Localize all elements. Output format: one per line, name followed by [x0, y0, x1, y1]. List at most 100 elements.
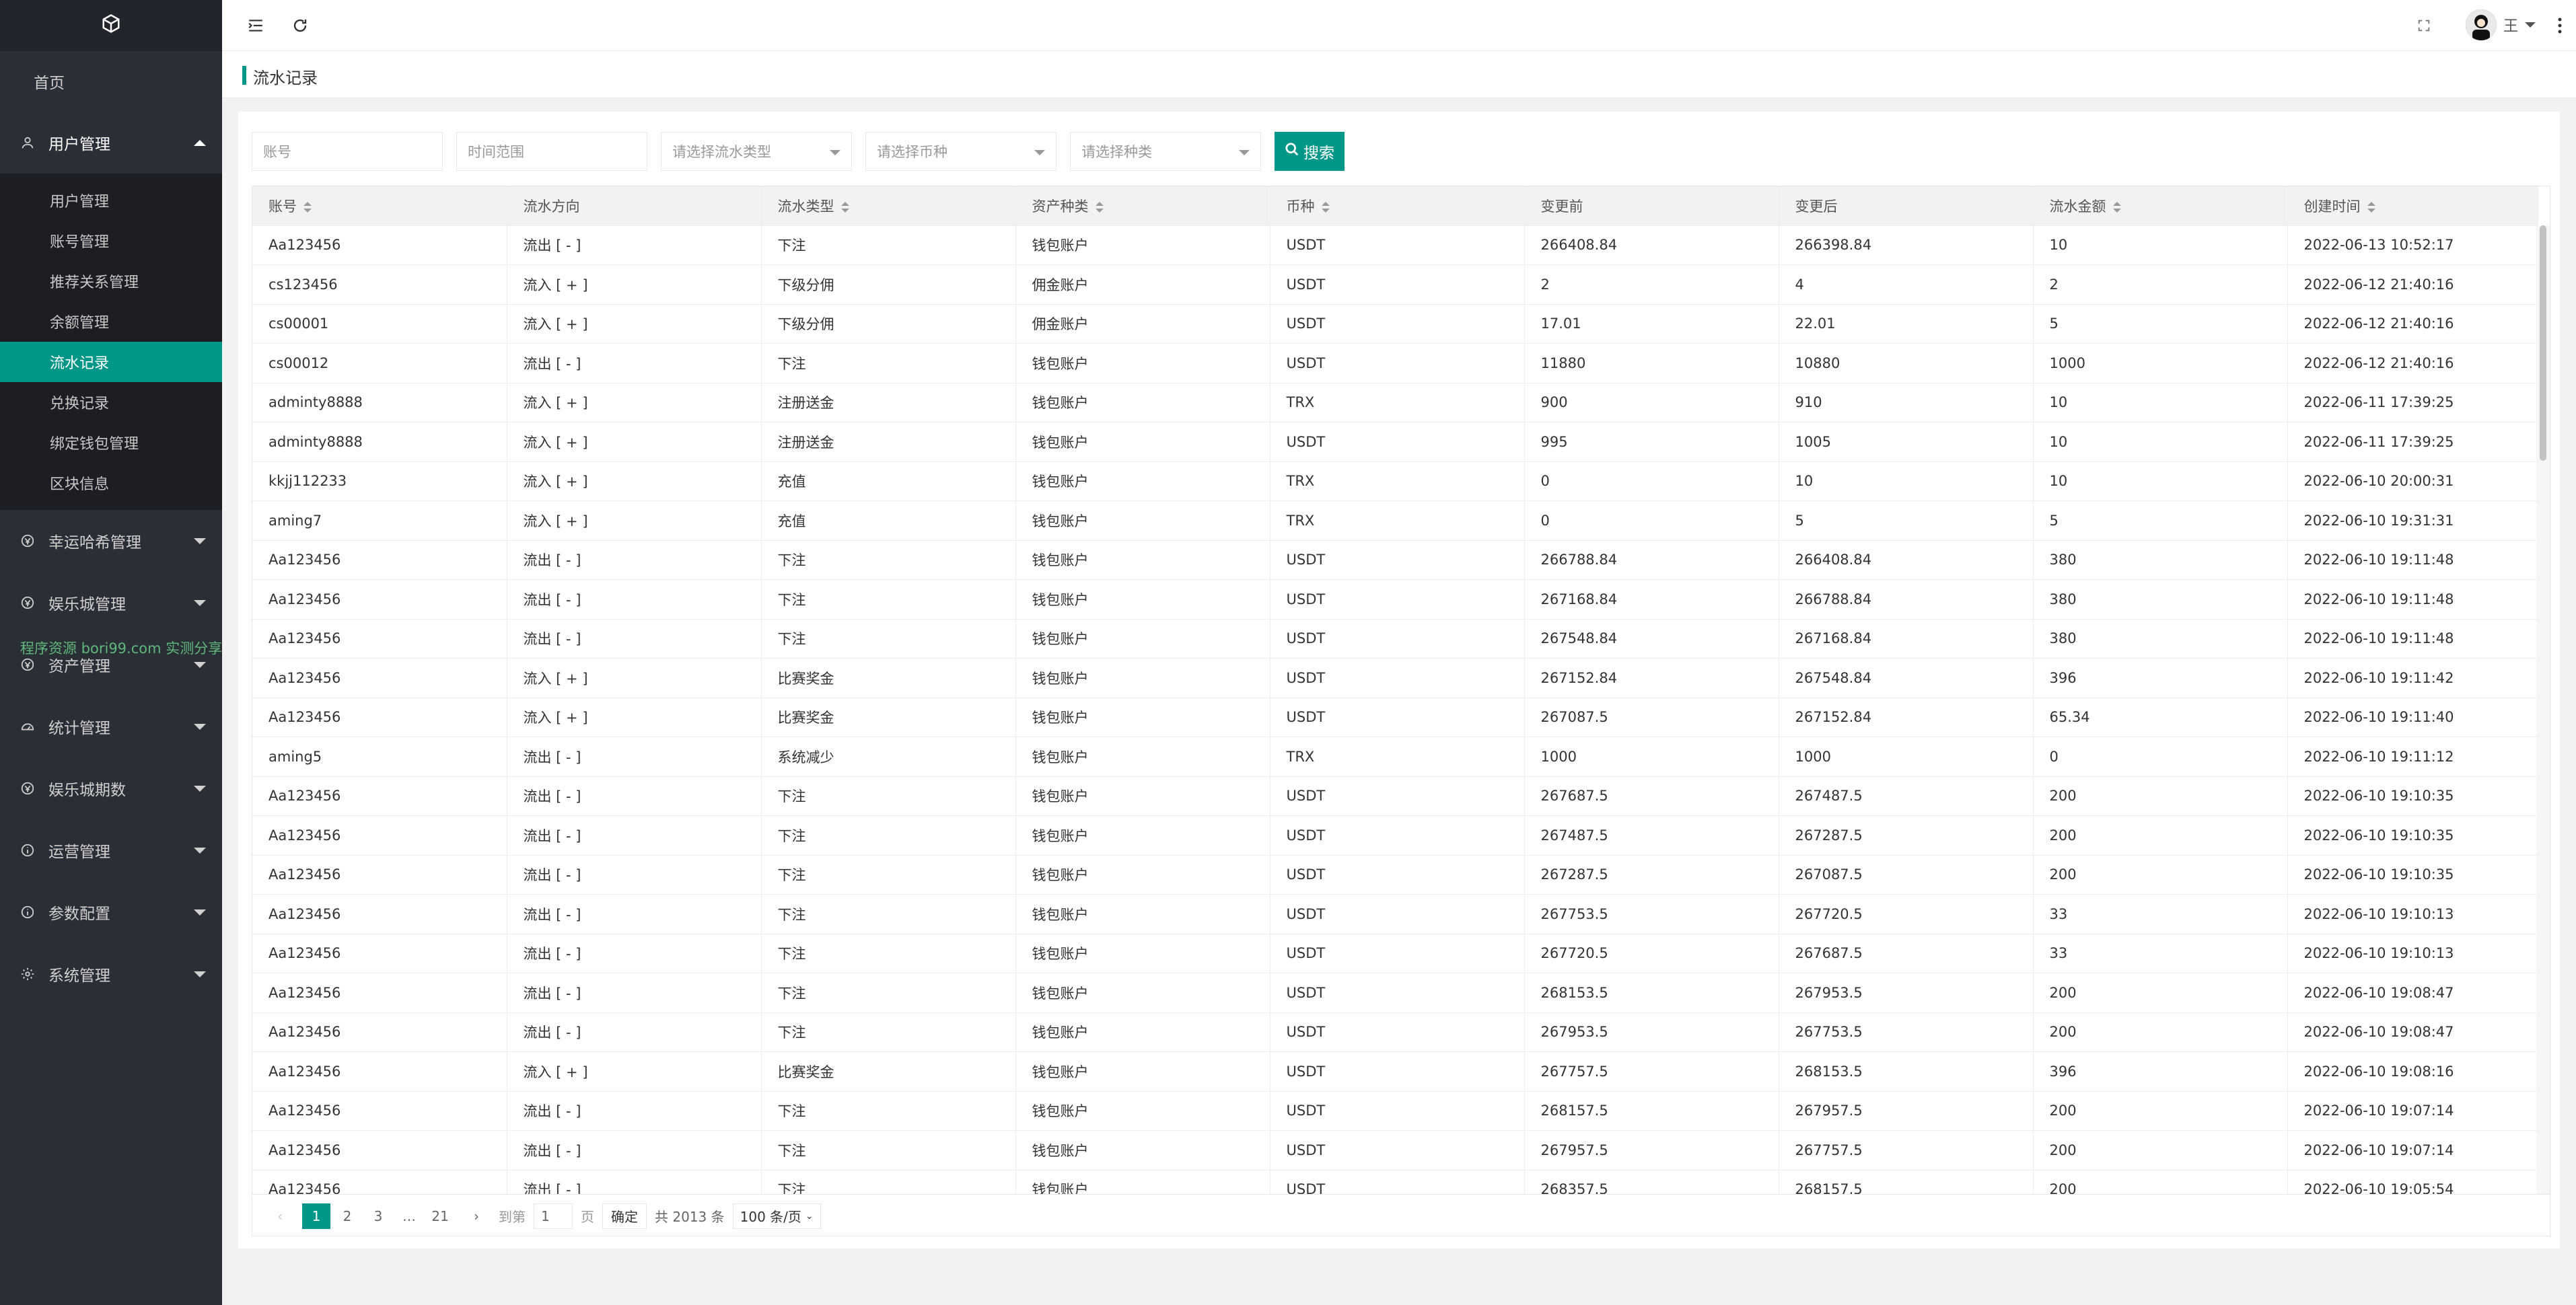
- table-cell: 267487.5: [1524, 815, 1779, 856]
- flow-type-select[interactable]: 请选择流水类型: [661, 132, 852, 171]
- table-cell: 充值: [761, 500, 1016, 541]
- table-cell: USDT: [1270, 422, 1525, 462]
- table-cell: 11880: [1524, 343, 1779, 383]
- sidebar-group-header[interactable]: 统计管理: [0, 696, 222, 757]
- fullscreen-icon[interactable]: [2413, 15, 2435, 36]
- table-row[interactable]: adminty8888 流入 [ + ] 注册送金 钱包账户 USDT 995 1005 10…: [252, 422, 2538, 462]
- page-number[interactable]: 3: [364, 1203, 392, 1229]
- sidebar-item[interactable]: 流水记录: [0, 342, 222, 382]
- coin-icon: [19, 594, 36, 611]
- table-row[interactable]: Aa123456 流出 [ - ] 下注 钱包账户 USDT 267753.5 267720…: [252, 894, 2538, 934]
- account-input[interactable]: 账号: [252, 132, 443, 171]
- column-header[interactable]: 流水金额: [2033, 186, 2288, 226]
- sidebar-group-header[interactable]: 幸运哈希管理: [0, 510, 222, 572]
- table-row[interactable]: kkjj112233 流入 [ + ] 充值 钱包账户 TRX 0 10 10 2022-06-…: [252, 461, 2538, 501]
- table-cell: Aa123456: [252, 1130, 507, 1170]
- table-row[interactable]: cs00001 流入 [ + ] 下级分佣 佣金账户 USDT 17.01 22.01 5 20…: [252, 304, 2538, 344]
- table-cell: Aa123456: [252, 894, 507, 934]
- sort-icon[interactable]: [303, 201, 312, 213]
- table-row[interactable]: Aa123456 流出 [ - ] 下注 钱包账户 USDT 267168.84 26678…: [252, 579, 2538, 620]
- goto-page-input[interactable]: 1: [534, 1203, 573, 1229]
- table-row[interactable]: Aa123456 流出 [ - ] 下注 钱包账户 USDT 267487.5 267287…: [252, 815, 2538, 856]
- sidebar-group-label: 用户管理: [48, 136, 110, 153]
- sidebar-item-home[interactable]: 首页: [0, 51, 222, 112]
- user-menu[interactable]: 王: [2465, 9, 2536, 40]
- sidebar-item[interactable]: 推荐关系管理: [0, 261, 222, 301]
- column-header[interactable]: 流水类型: [761, 186, 1016, 226]
- table-row[interactable]: Aa123456 流出 [ - ] 下注 钱包账户 USDT 268153.5 267953…: [252, 973, 2538, 1013]
- page-number[interactable]: 2: [333, 1203, 361, 1229]
- page-number[interactable]: 21: [426, 1203, 454, 1229]
- table-row[interactable]: Aa123456 流出 [ - ] 下注 钱包账户 USDT 266788.84 26640…: [252, 540, 2538, 580]
- sidebar-item[interactable]: 区块信息: [0, 463, 222, 503]
- column-header[interactable]: 创建时间: [2287, 186, 2538, 226]
- sidebar-group-header[interactable]: 运营管理: [0, 819, 222, 881]
- table-cell: 200: [2033, 776, 2288, 816]
- table-row[interactable]: adminty8888 流入 [ + ] 注册送金 钱包账户 TRX 900 910 10 20…: [252, 383, 2538, 422]
- sidebar-group-header[interactable]: 系统管理: [0, 943, 222, 1005]
- table-row[interactable]: Aa123456 流入 [ + ] 比赛奖金 钱包账户 USDT 267152.84 267…: [252, 658, 2538, 698]
- caret-down-icon: [194, 848, 206, 854]
- column-header[interactable]: 币种: [1270, 186, 1525, 226]
- sidebar-item[interactable]: 绑定钱包管理: [0, 422, 222, 463]
- kind-select[interactable]: 请选择种类: [1070, 132, 1261, 171]
- table-cell: 2022-06-10 19:07:14: [2287, 1091, 2538, 1131]
- sort-icon[interactable]: [2367, 201, 2375, 213]
- sidebar-group-header[interactable]: 参数配置: [0, 881, 222, 943]
- sidebar-item[interactable]: 余额管理: [0, 301, 222, 342]
- cube-icon: [101, 13, 121, 38]
- time-range-input[interactable]: 时间范围: [456, 132, 647, 171]
- column-header[interactable]: 资产种类: [1015, 186, 1271, 226]
- page-number[interactable]: 1: [302, 1203, 330, 1229]
- table-cell: 267957.5: [1524, 1130, 1779, 1170]
- sidebar-item[interactable]: 账号管理: [0, 221, 222, 261]
- sidebar-item[interactable]: 兑换记录: [0, 382, 222, 422]
- sort-icon[interactable]: [1095, 201, 1104, 213]
- scrollbar-thumb[interactable]: [2540, 225, 2546, 461]
- sidebar-item[interactable]: 用户管理: [0, 180, 222, 221]
- table-cell: 268153.5: [1524, 973, 1779, 1013]
- page-size-select[interactable]: 100 条/页 ⌄: [732, 1203, 821, 1229]
- sidebar-group-header[interactable]: 娱乐城期数: [0, 757, 222, 819]
- search-button[interactable]: 搜索: [1275, 132, 1345, 171]
- table-row[interactable]: Aa123456 流出 [ - ] 下注 钱包账户 USDT 268357.5 268157…: [252, 1170, 2538, 1194]
- table-row[interactable]: Aa123456 流出 [ - ] 下注 钱包账户 USDT 267287.5 267087…: [252, 855, 2538, 895]
- table-row[interactable]: cs123456 流入 [ + ] 下级分佣 佣金账户 USDT 2 4 2 2022-06-1…: [252, 264, 2538, 305]
- table-row[interactable]: Aa123456 流出 [ - ] 下注 钱包账户 USDT 267720.5 267687…: [252, 934, 2538, 973]
- sort-icon[interactable]: [1321, 201, 1330, 213]
- table-scrollbar[interactable]: [2536, 225, 2550, 1194]
- table-row[interactable]: Aa123456 流出 [ - ] 下注 钱包账户 USDT 266408.84 26639…: [252, 225, 2538, 265]
- table-cell: 钱包账户: [1015, 343, 1271, 383]
- table-row[interactable]: Aa123456 流出 [ - ] 下注 钱包账户 USDT 267953.5 267753…: [252, 1012, 2538, 1052]
- table-row[interactable]: cs00012 流出 [ - ] 下注 钱包账户 USDT 11880 10880 1000 2…: [252, 343, 2538, 383]
- sort-icon[interactable]: [2112, 201, 2121, 213]
- table-cell: 200: [2033, 1012, 2288, 1052]
- prev-page-icon[interactable]: ‹: [266, 1203, 294, 1229]
- refresh-icon[interactable]: [289, 15, 311, 36]
- more-vertical-icon[interactable]: [2549, 15, 2571, 36]
- table-row[interactable]: Aa123456 流入 [ + ] 比赛奖金 钱包账户 USDT 267087.5 2671…: [252, 698, 2538, 737]
- next-page-icon[interactable]: ›: [462, 1203, 491, 1229]
- table-row[interactable]: aming7 流入 [ + ] 充值 钱包账户 TRX 0 5 5 2022-06-10 19:…: [252, 500, 2538, 541]
- table-row[interactable]: Aa123456 流出 [ - ] 下注 钱包账户 USDT 267548.84 26716…: [252, 619, 2538, 659]
- currency-select[interactable]: 请选择币种: [865, 132, 1057, 171]
- sort-icon[interactable]: [840, 201, 849, 213]
- sidebar-group-header[interactable]: 娱乐城管理: [0, 572, 222, 634]
- sidebar-group: 统计管理: [0, 696, 222, 757]
- table-row[interactable]: Aa123456 流出 [ - ] 下注 钱包账户 USDT 268157.5 267957…: [252, 1091, 2538, 1131]
- table-cell: 267957.5: [1779, 1091, 2034, 1131]
- column-header[interactable]: 账号: [252, 186, 507, 226]
- sidebar-group-header[interactable]: 用户管理: [0, 112, 222, 174]
- table-row[interactable]: aming5 流出 [ - ] 系统减少 钱包账户 TRX 1000 1000 0 2022-0…: [252, 737, 2538, 777]
- table-cell: 2022-06-10 19:11:42: [2287, 658, 2538, 698]
- menu-fold-icon[interactable]: [245, 15, 266, 36]
- table-cell: 267152.84: [1779, 698, 2034, 737]
- table-cell: 钱包账户: [1015, 1051, 1271, 1092]
- table-row[interactable]: Aa123456 流出 [ - ] 下注 钱包账户 USDT 267687.5 267487…: [252, 776, 2538, 816]
- table-row[interactable]: Aa123456 流入 [ + ] 比赛奖金 钱包账户 USDT 267757.5 2681…: [252, 1051, 2538, 1092]
- coin-icon: [19, 780, 36, 797]
- logo[interactable]: [0, 0, 222, 51]
- table-row[interactable]: Aa123456 流出 [ - ] 下注 钱包账户 USDT 267957.5 267757…: [252, 1130, 2538, 1170]
- goto-confirm-button[interactable]: 确定: [602, 1203, 647, 1229]
- table-cell: 267152.84: [1524, 658, 1779, 698]
